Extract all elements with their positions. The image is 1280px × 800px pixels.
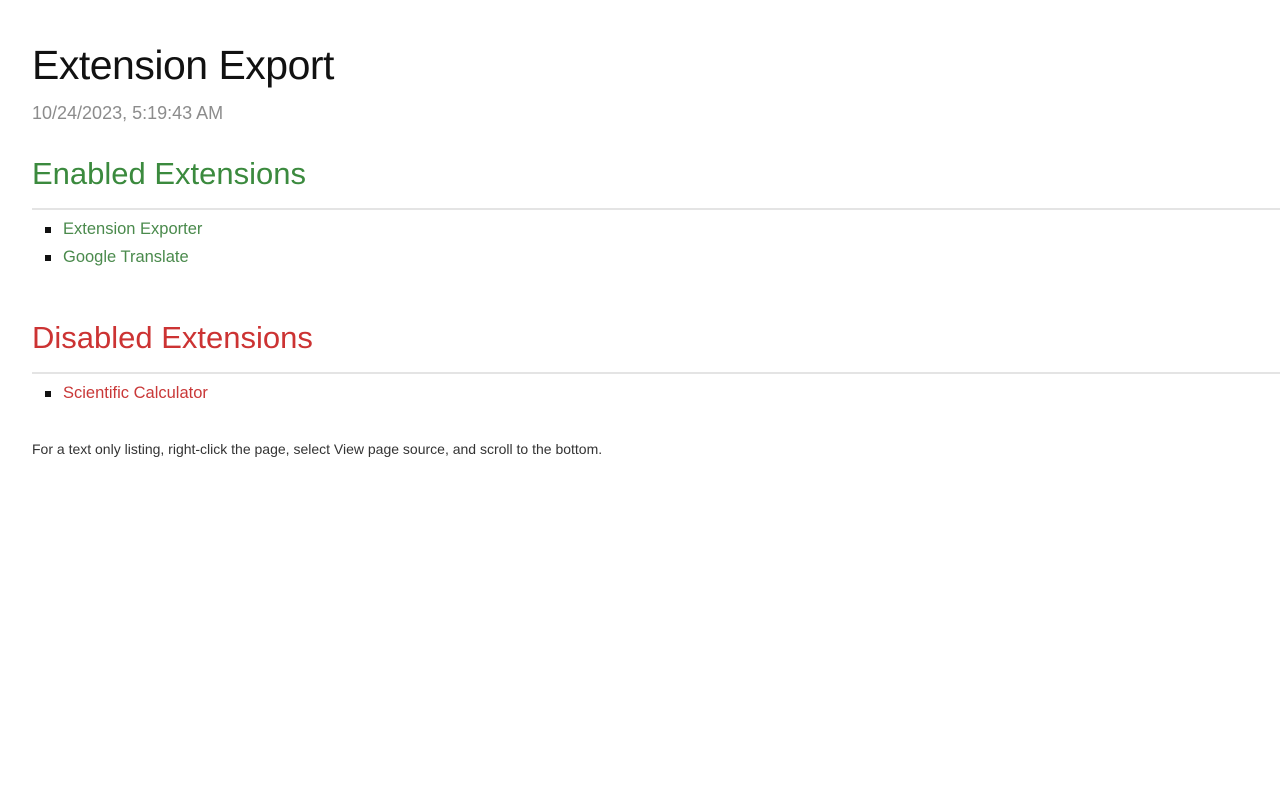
enabled-divider [32, 208, 1280, 210]
disabled-divider [32, 372, 1280, 374]
list-item: Scientific Calculator [32, 382, 208, 410]
bullet-icon [45, 255, 51, 261]
extension-link-google-translate[interactable]: Google Translate [63, 248, 189, 266]
extension-link-extension-exporter[interactable]: Extension Exporter [63, 220, 202, 238]
extension-link-scientific-calculator[interactable]: Scientific Calculator [63, 384, 208, 402]
bullet-icon [45, 227, 51, 233]
disabled-extensions-list: Scientific Calculator [32, 382, 208, 410]
text-listing-note: For a text only listing, right-click the… [32, 441, 603, 457]
export-timestamp: 10/24/2023, 5:19:43 AM [32, 103, 224, 123]
page-title: Extension Export [32, 42, 334, 88]
list-item: Extension Exporter [32, 218, 202, 246]
disabled-extensions-heading: Disabled Extensions [32, 320, 313, 355]
enabled-extensions-list: Extension Exporter Google Translate [32, 218, 202, 274]
bullet-icon [45, 391, 51, 397]
enabled-extensions-heading: Enabled Extensions [32, 156, 307, 191]
list-item: Google Translate [32, 246, 202, 274]
page: Extension Export 10/24/2023, 5:19:43 AM … [0, 0, 1280, 800]
